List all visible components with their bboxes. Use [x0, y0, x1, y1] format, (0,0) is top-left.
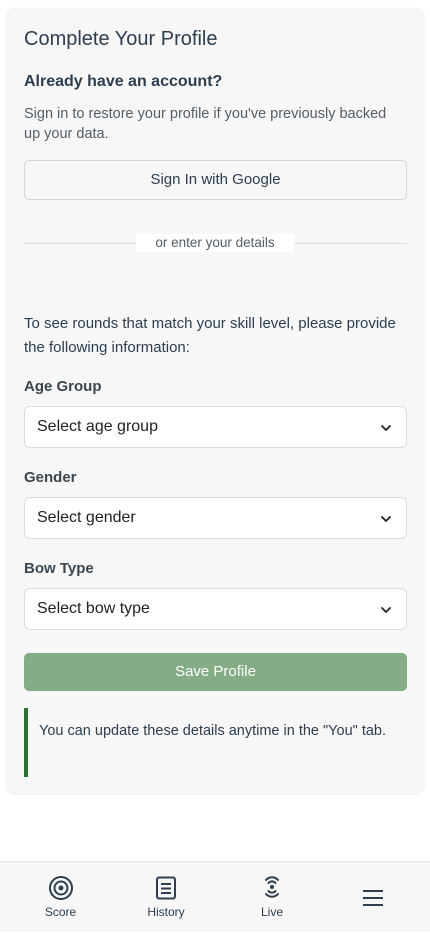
document-icon [156, 876, 176, 900]
tab-live[interactable]: Live [219, 862, 325, 933]
google-signin-button[interactable]: Sign In with Google [24, 160, 407, 200]
bow-type-label: Bow Type [24, 560, 94, 577]
page-title: Complete Your Profile [24, 28, 218, 50]
menu-icon [363, 890, 383, 906]
chevron-down-icon [381, 516, 391, 522]
chevron-down-icon [381, 425, 391, 431]
tab-menu[interactable] [325, 862, 421, 933]
gender-select[interactable]: Select gender [24, 497, 407, 539]
tab-label: Live [260, 905, 283, 919]
age-group-label: Age Group [24, 378, 102, 395]
gender-value: Select gender [37, 509, 136, 526]
bottom-tab-bar: Score History Live [0, 861, 430, 932]
age-group-select[interactable]: Select age group [24, 406, 407, 448]
save-profile-button[interactable]: Save Profile [24, 653, 407, 691]
age-group-value: Select age group [37, 418, 158, 435]
chevron-down-icon [381, 607, 391, 613]
tab-label: Score [44, 905, 77, 919]
tab-label: History [147, 905, 185, 919]
tab-score[interactable]: Score [8, 862, 113, 933]
bow-type-value: Select bow type [37, 600, 150, 617]
gender-label: Gender [24, 469, 77, 486]
target-icon [48, 876, 73, 900]
broadcast-icon [265, 876, 279, 898]
bow-type-select[interactable]: Select bow type [24, 588, 407, 630]
tab-history[interactable]: History [113, 862, 219, 933]
account-heading: Already have an account? [24, 73, 223, 90]
info-note: You can update these details anytime in … [24, 708, 407, 777]
divider-text: or enter your details [136, 234, 294, 252]
info-text: To see rounds that match your skill leve… [24, 315, 396, 356]
account-description: Sign in to restore your profile if you'v… [24, 106, 387, 142]
